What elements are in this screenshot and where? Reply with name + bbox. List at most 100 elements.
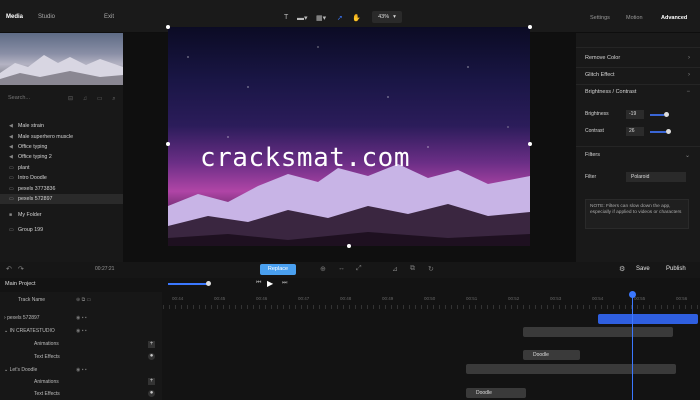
video-preview[interactable] xyxy=(168,27,530,246)
resize-handle[interactable] xyxy=(166,142,170,146)
pointer-icon[interactable]: ➚ xyxy=(337,14,343,22)
list-item[interactable]: ◀ Male superhero muscle xyxy=(0,131,123,141)
eye-icon[interactable]: ◉ ▪ ▪ xyxy=(76,367,87,373)
list-item[interactable]: ◀ Office typing xyxy=(0,142,123,152)
clip-label: Doodle xyxy=(476,390,492,396)
clip-label: Doodle xyxy=(533,352,549,358)
playhead[interactable] xyxy=(632,292,633,400)
media-thumbnail[interactable] xyxy=(0,33,123,85)
playhead-handle[interactable] xyxy=(629,291,636,298)
video-icon: ▭ xyxy=(9,226,14,233)
glitch-effect-row[interactable]: Glitch Effect xyxy=(585,72,615,78)
resize-handle[interactable] xyxy=(347,244,351,248)
list-item[interactable]: ◀ Office typing 2 xyxy=(0,152,123,162)
track-row[interactable]: Text Effects xyxy=(34,354,60,360)
timeline-clip[interactable]: Doodle xyxy=(523,350,580,360)
grid-icon[interactable]: ▦▾ xyxy=(316,14,326,22)
text-tool-icon[interactable]: T xyxy=(284,14,288,21)
timeline-clip[interactable] xyxy=(466,364,676,374)
resize-handle[interactable] xyxy=(528,25,532,29)
tab-motion[interactable]: Motion xyxy=(626,15,643,21)
rotate-icon[interactable]: ↻ xyxy=(428,265,434,273)
tab-media[interactable]: Media xyxy=(6,14,23,20)
list-item[interactable]: ▭ Intro Doodle xyxy=(0,173,123,183)
publish-button[interactable]: Publish xyxy=(666,266,686,272)
hand-icon[interactable]: ✋ xyxy=(352,14,361,22)
zoom-value: 43% xyxy=(378,14,390,20)
brightness-slider-knob[interactable] xyxy=(664,112,669,117)
flip-icon[interactable]: ↔ xyxy=(338,265,345,272)
track-row[interactable]: Animations xyxy=(34,379,59,385)
add-text-effect-button[interactable]: ● xyxy=(148,390,155,397)
filter-select[interactable]: Polaroid xyxy=(626,172,686,182)
video-icon: ▭ xyxy=(9,185,14,192)
fit-icon[interactable]: ⤢ xyxy=(356,265,362,273)
media-filter-icons[interactable]: ⊟ ♫ ▭ ⌕ xyxy=(68,95,120,103)
audio-icon: ◀ xyxy=(9,154,13,161)
track-row[interactable]: Animations xyxy=(34,341,59,347)
contrast-slider[interactable] xyxy=(650,131,666,133)
track-row[interactable]: ⌄ IN CREATESTUDIO xyxy=(4,328,55,334)
tab-exit[interactable]: Exit xyxy=(104,14,114,20)
list-item[interactable]: ▭ Group 199 xyxy=(0,225,123,235)
divider xyxy=(576,47,700,48)
add-text-effect-button[interactable]: ● xyxy=(148,353,155,360)
eye-icon[interactable]: ◉ ▪ ▪ xyxy=(76,328,87,334)
video-icon: ▭ xyxy=(9,175,14,182)
save-button[interactable]: Save xyxy=(636,266,650,272)
ruler-tick: 00:45 xyxy=(214,296,226,301)
layout-icon[interactable]: ▬▾ xyxy=(297,14,308,22)
tab-studio[interactable]: Studio xyxy=(38,14,55,20)
brightness-slider[interactable] xyxy=(650,114,664,116)
volume-knob[interactable] xyxy=(206,281,211,286)
resize-handle[interactable] xyxy=(528,142,532,146)
ruler-tick: 00:48 xyxy=(340,296,352,301)
tab-advanced[interactable]: Advanced xyxy=(661,15,687,21)
play-icon[interactable]: ▶ xyxy=(267,279,273,288)
track-row[interactable]: › pexels 572897 xyxy=(4,315,40,321)
chevron-right-icon[interactable]: › xyxy=(688,55,690,61)
layer-icon[interactable]: ⧉ xyxy=(410,265,415,273)
replace-button[interactable]: Replace xyxy=(260,264,296,275)
contrast-slider-knob[interactable] xyxy=(666,129,671,134)
undo-icon[interactable]: ↶ xyxy=(6,265,12,273)
brightness-contrast-row[interactable]: Brightness / Contrast xyxy=(585,89,636,95)
brightness-value-input[interactable]: -19 xyxy=(626,110,644,119)
skip-forward-icon[interactable]: ⏭ xyxy=(282,280,287,287)
resize-handle[interactable] xyxy=(166,25,170,29)
list-item[interactable]: ▭ pexels 3773836 xyxy=(0,183,123,193)
collapse-icon[interactable]: − xyxy=(686,89,690,95)
tab-main-project[interactable]: Main Project xyxy=(5,281,36,287)
ruler-tick: 00:50 xyxy=(424,296,436,301)
zoom-select[interactable]: 43% ▾ xyxy=(372,11,402,23)
ruler-tick: 00:53 xyxy=(550,296,562,301)
contrast-value-input[interactable]: 26 xyxy=(626,127,644,136)
track-row[interactable]: ⌄ Let's Doodle xyxy=(4,367,37,373)
track-header-icons[interactable]: ⊕ ⧉ ▭ xyxy=(76,297,91,303)
list-item-label: Office typing xyxy=(18,143,48,150)
timeline-clip[interactable] xyxy=(523,327,673,337)
track-row[interactable]: Text Effects xyxy=(34,391,60,397)
target-icon[interactable]: ⊕ xyxy=(320,265,326,273)
tab-settings[interactable]: Settings xyxy=(590,15,610,21)
ruler-ticks xyxy=(163,305,700,309)
list-item[interactable]: ▭ pexels 572897 xyxy=(0,193,123,205)
list-item[interactable]: ■ My Folder xyxy=(0,210,123,220)
chevron-right-icon[interactable]: › xyxy=(688,72,690,78)
timeline-clip[interactable]: Doodle xyxy=(466,388,526,398)
chevron-down-icon[interactable]: ⌄ xyxy=(685,152,690,159)
remove-color-row[interactable]: Remove Color xyxy=(585,55,620,61)
timeline-clip[interactable] xyxy=(598,314,698,324)
list-item[interactable]: ▭ plant xyxy=(0,163,123,173)
list-item[interactable]: ◀ Male strain xyxy=(0,121,123,131)
gear-icon[interactable]: ⚙ xyxy=(619,265,625,273)
eye-icon[interactable]: ◉ ▪ ▪ xyxy=(76,315,87,321)
filters-row[interactable]: Filters xyxy=(585,152,600,158)
track-label: pexels 572897 xyxy=(7,315,40,321)
volume-slider[interactable] xyxy=(168,283,208,285)
redo-icon[interactable]: ↷ xyxy=(18,265,24,273)
add-animation-button[interactable]: + xyxy=(148,378,155,385)
align-icon[interactable]: ⊿ xyxy=(392,265,398,273)
add-animation-button[interactable]: + xyxy=(148,341,155,348)
skip-back-icon[interactable]: ⏮ xyxy=(256,280,261,287)
